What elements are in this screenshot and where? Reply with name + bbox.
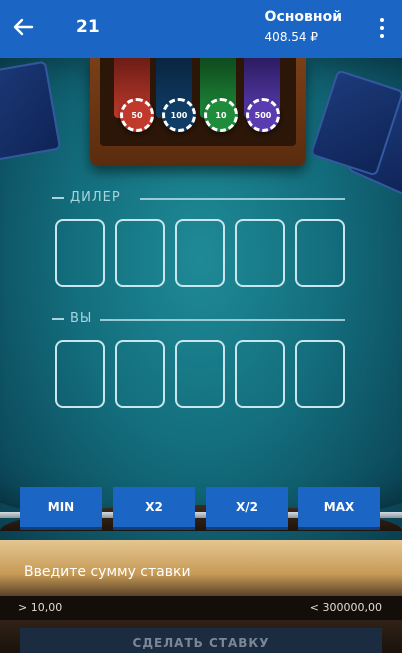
bet-amount-placeholder: Введите сумму ставки <box>24 564 191 580</box>
place-bet-button[interactable]: СДЕЛАТЬ СТАВКУ <box>20 628 382 653</box>
dealer-card-slot <box>235 219 285 287</box>
dealer-card-slot <box>55 219 105 287</box>
player-section-label: ВЫ <box>52 311 92 326</box>
player-card-slot <box>295 340 345 408</box>
dealer-card-slot <box>115 219 165 287</box>
chip-tray: 50 100 10 500 <box>90 58 306 166</box>
player-divider <box>100 319 345 321</box>
bet-limits-row: > 10,00 < 300000,00 <box>0 596 402 620</box>
more-vert-icon[interactable] <box>376 16 388 40</box>
chip-10[interactable]: 10 <box>204 98 238 132</box>
min-button[interactable]: MIN <box>20 487 102 527</box>
dealer-section-label: ДИЛЕР <box>52 190 121 205</box>
player-card-slot <box>115 340 165 408</box>
balance-value: 408.54 ₽ <box>264 30 318 44</box>
bet-controls: MIN X2 X/2 MAX <box>0 487 402 531</box>
min-bet-hint: > 10,00 <box>18 601 63 614</box>
player-card-slot <box>55 340 105 408</box>
dealer-label: ДИЛЕР <box>70 190 121 205</box>
double-button[interactable]: X2 <box>113 487 195 527</box>
max-button[interactable]: MAX <box>298 487 380 527</box>
dash-decoration <box>52 196 64 199</box>
balance-box[interactable]: Основной 408.54 ₽ <box>265 8 342 46</box>
dealer-card-slot <box>295 219 345 287</box>
dealer-divider <box>140 198 345 200</box>
player-label: ВЫ <box>70 311 93 326</box>
game-table: 50 100 10 500 ДИЛЕР ВЫ <box>0 58 402 558</box>
game-title: 21 <box>76 17 100 37</box>
half-button[interactable]: X/2 <box>206 487 288 527</box>
dealer-card-slot <box>175 219 225 287</box>
player-card-slot <box>175 340 225 408</box>
chip-50[interactable]: 50 <box>120 98 154 132</box>
dash-decoration <box>52 317 64 320</box>
arrow-left-icon <box>13 18 34 36</box>
chip-500[interactable]: 500 <box>246 98 280 132</box>
bet-amount-input[interactable]: Введите сумму ставки <box>0 540 402 590</box>
balance-label: Основной <box>264 9 342 25</box>
player-card-slot <box>235 340 285 408</box>
back-button[interactable] <box>8 12 38 42</box>
chip-100[interactable]: 100 <box>162 98 196 132</box>
top-bar: 21 Основной 408.54 ₽ <box>0 0 402 58</box>
max-bet-hint: < 300000,00 <box>309 601 382 614</box>
